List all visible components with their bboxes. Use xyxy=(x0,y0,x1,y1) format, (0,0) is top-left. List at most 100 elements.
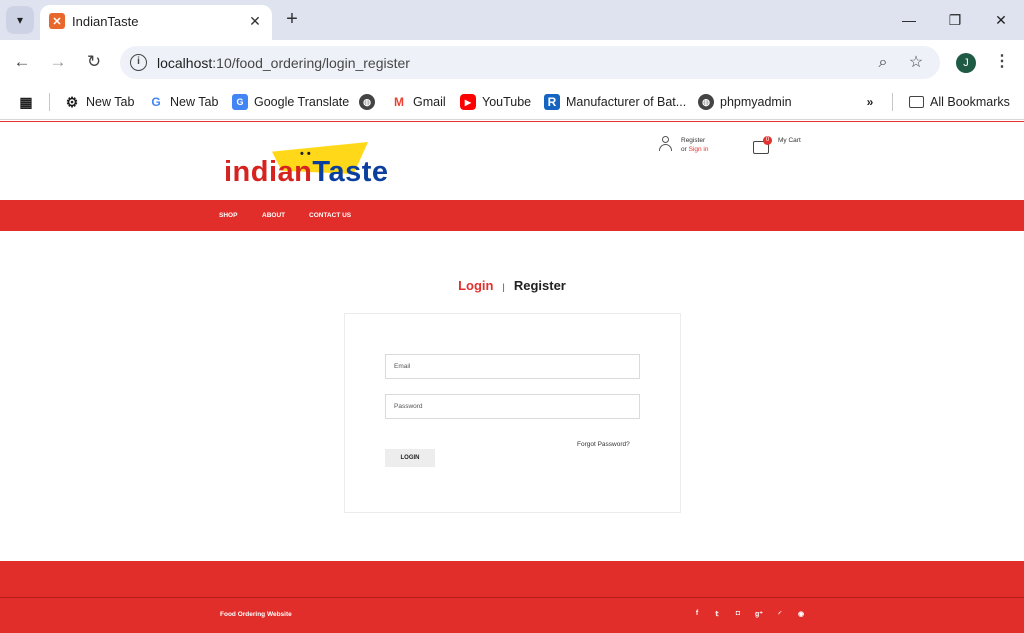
logo-word-taste: Taste xyxy=(312,156,389,188)
youtube-icon: ▶ xyxy=(460,94,476,110)
facebook-icon[interactable]: f xyxy=(692,610,702,617)
translate-icon: G xyxy=(232,94,248,110)
bookmark-youtube[interactable]: ▶ YouTube xyxy=(460,92,531,112)
email-field[interactable]: Email xyxy=(385,354,640,379)
chevron-down-icon: ▾ xyxy=(16,13,24,27)
tab-divider: | xyxy=(502,282,505,292)
cart-link[interactable]: 0 My Cart xyxy=(752,136,801,154)
bookmark-label: New Tab xyxy=(86,95,135,109)
url-host: localhost xyxy=(157,55,213,71)
google-plus-icon[interactable]: g⁺ xyxy=(754,610,764,618)
nav-about[interactable]: ABOUT xyxy=(262,212,285,219)
login-form: Email Password Forgot Password? LOGIN xyxy=(344,313,681,513)
arrow-left-icon: ← xyxy=(13,52,31,71)
browser-menu-icon[interactable]: ⋮ xyxy=(994,51,1010,73)
tab-register[interactable]: Register xyxy=(514,278,566,293)
bookmark-manufacturer[interactable]: R Manufacturer of Bat... xyxy=(544,92,686,112)
footer-bottom-bar: Food Ordering Website f 𝕥 ◘ g⁺ ◜ ◉ xyxy=(0,598,1024,633)
plus-icon: + xyxy=(286,8,298,30)
site-info-icon[interactable]: i xyxy=(130,54,147,71)
minimize-button[interactable]: — xyxy=(894,8,924,32)
forgot-password-link[interactable]: Forgot Password? xyxy=(577,441,630,448)
register-link[interactable]: Register xyxy=(681,136,708,145)
rss-icon[interactable]: ◜ xyxy=(775,610,785,618)
more-bookmarks-button[interactable]: » xyxy=(862,92,878,112)
password-field[interactable]: Password xyxy=(385,394,640,419)
account-text: Register or Sign in xyxy=(681,136,708,154)
browser-toolbar: ← → ↻ i localhost:10/food_ordering/login… xyxy=(0,40,1024,84)
auth-tabs: Login | Register xyxy=(0,278,1024,293)
close-icon: ✕ xyxy=(249,13,261,29)
tab-title: IndianTaste xyxy=(72,14,139,29)
restore-button[interactable]: ❐ xyxy=(940,8,970,32)
all-bookmarks-label: All Bookmarks xyxy=(930,95,1010,109)
sign-in-link[interactable]: Sign in xyxy=(689,146,709,153)
browser-tab[interactable]: ✕ IndianTaste ✕ xyxy=(40,5,272,40)
profile-avatar[interactable]: J xyxy=(956,53,976,73)
arrow-right-icon: → xyxy=(49,52,67,71)
bookmark-separator xyxy=(892,93,893,111)
globe-icon: ◍ xyxy=(359,94,375,110)
cart-count-badge: 0 xyxy=(763,136,772,145)
forward-button[interactable]: → xyxy=(46,50,70,74)
footer-top-band xyxy=(0,561,1024,597)
instagram-icon[interactable]: ◘ xyxy=(733,610,743,617)
folder-icon xyxy=(909,96,924,108)
account-link[interactable]: Register or Sign in xyxy=(658,136,708,154)
gmail-icon: M xyxy=(394,95,404,109)
zoom-icon[interactable]: ⌕ xyxy=(872,52,894,74)
site-logo[interactable]: • • indianTaste xyxy=(224,142,394,192)
bookmark-label: Google Translate xyxy=(254,95,350,109)
apps-grid-icon: ▦ xyxy=(19,93,33,110)
bookmarks-bar: ▦ ⚙ New Tab G New Tab G Google Translate ◍ … xyxy=(0,84,1024,120)
logo-text: indianTaste xyxy=(224,156,389,189)
tab-close-button[interactable]: ✕ xyxy=(245,11,265,31)
chevron-double-right-icon: » xyxy=(866,95,874,109)
footer-copyright: Food Ordering Website xyxy=(220,611,292,618)
gear-icon: ⚙ xyxy=(65,93,79,110)
bookmark-label: New Tab xyxy=(170,95,219,109)
account-or-text: or xyxy=(681,146,689,153)
twitter-icon[interactable]: 𝕥 xyxy=(712,610,722,618)
tab-login[interactable]: Login xyxy=(458,278,493,293)
back-button[interactable]: ← xyxy=(10,50,34,74)
new-tab-button[interactable]: + xyxy=(281,8,303,30)
cart-label: My Cart xyxy=(778,137,801,144)
bookmark-new-tab-2[interactable]: G New Tab xyxy=(148,92,218,112)
minimize-icon: — xyxy=(902,12,916,28)
nav-contact-us[interactable]: CONTACT US xyxy=(309,212,351,219)
bookmark-google-translate[interactable]: G Google Translate xyxy=(232,92,349,112)
bookmark-globe[interactable]: ◍ xyxy=(359,92,375,112)
url-path: :10/food_ordering/login_register xyxy=(212,55,410,71)
tab-search-button[interactable]: ▾ xyxy=(6,6,34,34)
pinterest-icon[interactable]: ◉ xyxy=(796,610,806,618)
bookmark-label: Manufacturer of Bat... xyxy=(566,95,687,109)
xampp-favicon-icon: ✕ xyxy=(49,13,65,29)
bookmark-gmail[interactable]: M Gmail xyxy=(391,92,446,112)
reload-icon: ↻ xyxy=(86,52,102,71)
globe-icon: ◍ xyxy=(698,94,714,110)
bookmark-label: Gmail xyxy=(413,95,446,109)
apps-button[interactable]: ▦ xyxy=(18,92,34,112)
restore-icon: ❐ xyxy=(948,12,962,28)
bookmark-label: phpmyadmin xyxy=(720,95,792,109)
login-button[interactable]: LOGIN xyxy=(385,449,435,467)
nav-shop[interactable]: SHOP xyxy=(219,212,237,219)
main-nav: SHOP ABOUT CONTACT US xyxy=(0,200,1024,231)
user-icon xyxy=(658,136,673,152)
close-icon: ✕ xyxy=(995,12,1007,28)
close-window-button[interactable]: ✕ xyxy=(986,8,1016,32)
reload-button[interactable]: ↻ xyxy=(82,50,106,74)
address-bar[interactable]: i localhost:10/food_ordering/login_regis… xyxy=(120,46,940,79)
all-bookmarks-button[interactable]: All Bookmarks xyxy=(909,92,1010,112)
tab-strip: ▾ ✕ IndianTaste ✕ + — ❐ ✕ xyxy=(0,0,1024,40)
bookmark-star-icon[interactable]: ☆ xyxy=(905,52,927,74)
logo-word-indian: indian xyxy=(224,156,313,188)
url-text[interactable]: localhost:10/food_ordering/login_registe… xyxy=(157,55,410,71)
bookmark-label: YouTube xyxy=(482,95,532,109)
cart-icon: 0 xyxy=(752,136,772,154)
bookmark-new-tab-1[interactable]: ⚙ New Tab xyxy=(64,92,135,112)
google-icon: G xyxy=(151,95,161,109)
bookmark-phpmyadmin[interactable]: ◍ phpmyadmin xyxy=(698,92,792,112)
page-content: • • indianTaste Register or Sign in 0 My… xyxy=(0,121,1024,633)
